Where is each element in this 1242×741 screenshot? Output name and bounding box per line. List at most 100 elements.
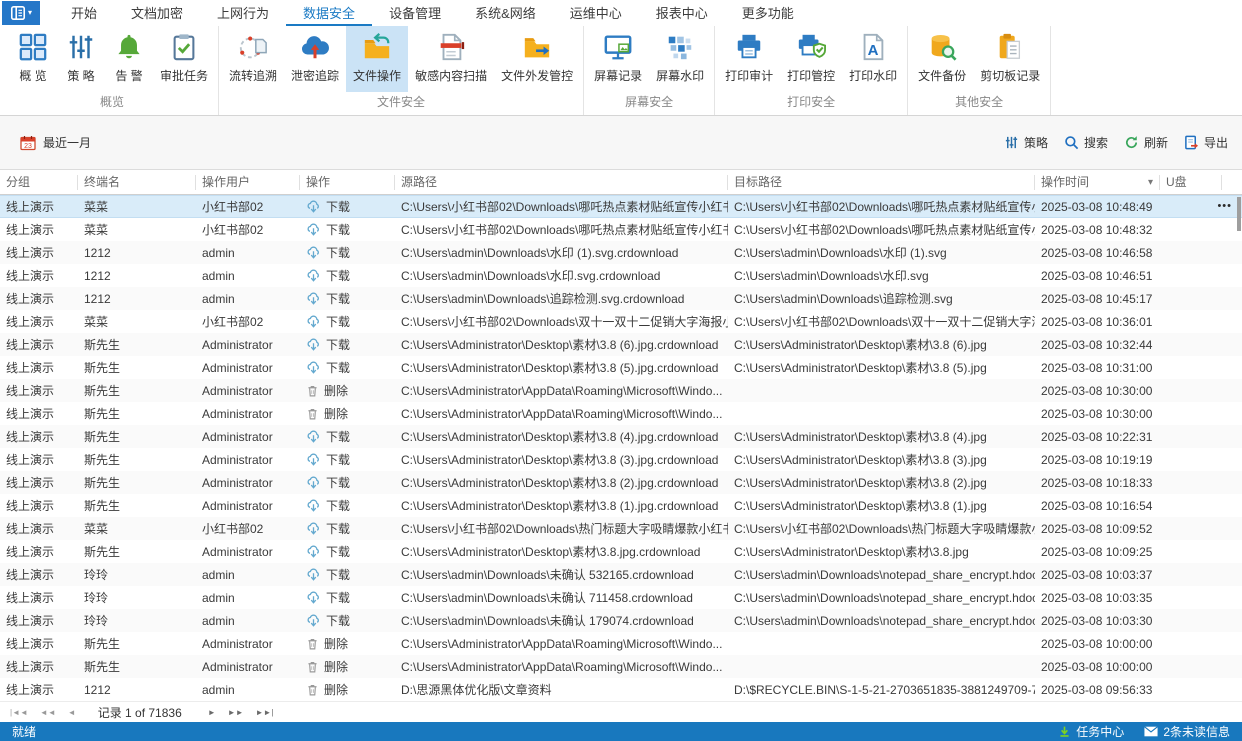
- table-row[interactable]: 线上演示 1212 admin 下载 C:\Users\admin\Downloads\…: [0, 287, 1242, 310]
- table-row[interactable]: 线上演示 1212 admin 下载 C:\Users\admin\Downloads\…: [0, 264, 1242, 287]
- ribbon-button-1-0[interactable]: 流转追溯: [222, 26, 284, 92]
- table-row[interactable]: 线上演示 斯先生 Administrator 删除 C:\Users\Administr…: [0, 632, 1242, 655]
- ribbon-button-1-4[interactable]: 文件外发管控: [494, 26, 580, 92]
- ribbon-button-0-2[interactable]: 告 警: [105, 26, 153, 92]
- ribbon-button-3-2[interactable]: A 打印水印: [842, 26, 904, 92]
- cell-operation: 下载: [300, 267, 395, 284]
- ribbon-button-2-0[interactable]: 屏幕记录: [587, 26, 649, 92]
- cell-target-path: C:\Users\Administrator\Desktop\素材\3.8 (6…: [734, 338, 987, 352]
- filter-action-1[interactable]: 搜索: [1064, 134, 1108, 151]
- column-header-5[interactable]: 目标路径: [728, 174, 1035, 190]
- cell-user: admin: [202, 268, 235, 283]
- filter-action-2[interactable]: 刷新: [1124, 134, 1168, 151]
- column-header-3[interactable]: 操作: [300, 174, 395, 190]
- tab-4[interactable]: 设备管理: [372, 0, 458, 26]
- ribbon-button-3-1[interactable]: 打印管控: [780, 26, 842, 92]
- table-row[interactable]: 线上演示 斯先生 Administrator 下载 C:\Users\Administr…: [0, 333, 1242, 356]
- download-icon: [306, 292, 321, 306]
- table-row[interactable]: 线上演示 斯先生 Administrator 下载 C:\Users\Administr…: [0, 425, 1242, 448]
- tab-8[interactable]: 更多功能: [725, 0, 811, 26]
- ribbon-group-4: 文件备份 剪切板记录 其他安全: [908, 26, 1052, 115]
- cell-user: 小红书部02: [202, 223, 264, 237]
- tab-1[interactable]: 文档加密: [114, 0, 200, 26]
- vertical-scrollbar-thumb[interactable]: [1237, 197, 1241, 231]
- task-center-button[interactable]: 任务中心: [1058, 723, 1124, 740]
- ribbon-button-3-0[interactable]: 打印审计: [718, 26, 780, 92]
- table-row[interactable]: 线上演示 玲玲 admin 下载 C:\Users\admin\Downloads\未确…: [0, 609, 1242, 632]
- tab-2[interactable]: 上网行为: [200, 0, 286, 26]
- table-row[interactable]: 线上演示 斯先生 Administrator 删除 C:\Users\Administr…: [0, 655, 1242, 678]
- table-row[interactable]: 线上演示 菜菜 小红书部02 下载 C:\Users\小红书部02\Downloads\…: [0, 218, 1242, 241]
- date-range-filter[interactable]: 23 最近一月: [20, 134, 91, 151]
- table-row[interactable]: 线上演示 菜菜 小红书部02 下载 C:\Users\小红书部02\Downloads\…: [0, 195, 1242, 218]
- ribbon-button-2-1[interactable]: 屏幕水印: [649, 26, 711, 92]
- column-header-1[interactable]: 终端名: [78, 174, 196, 190]
- operation-label: 下载: [326, 453, 351, 467]
- pager-prev-button[interactable]: ◄: [68, 708, 76, 717]
- cell-terminal: 斯先生: [84, 384, 121, 398]
- tab-bar: ▾ 开始 文档加密 上网行为 数据安全 设备管理 系统&网络 运维中心 报表中心 更多功能: [0, 0, 1242, 26]
- table-row[interactable]: 线上演示 斯先生 Administrator 下载 C:\Users\Administr…: [0, 356, 1242, 379]
- column-header-2[interactable]: 操作用户: [196, 174, 300, 190]
- ribbon-button-4-1[interactable]: 剪切板记录: [973, 26, 1047, 92]
- cell-group: 线上演示: [6, 407, 55, 421]
- table-row[interactable]: 线上演示 菜菜 小红书部02 下载 C:\Users\小红书部02\Downloads\…: [0, 517, 1242, 540]
- column-header-0[interactable]: 分组: [0, 174, 78, 190]
- doc-a-icon: A: [858, 31, 888, 63]
- cell-time: 2025-03-08 10:19:19: [1041, 452, 1153, 467]
- ribbon-button-0-3[interactable]: 审批任务: [153, 26, 215, 92]
- ribbon-button-4-0[interactable]: 文件备份: [911, 26, 973, 92]
- table-row[interactable]: 线上演示 1212 admin 删除 D:\思源黑体优化版\文章资料 D:\$RECYCL…: [0, 678, 1242, 701]
- cell-source-path: C:\Users\Administrator\Desktop\素材\3.8.jp…: [401, 545, 701, 559]
- filter-action-0[interactable]: 策略: [1004, 134, 1048, 151]
- ribbon-button-0-0[interactable]: 概 览: [9, 26, 57, 92]
- cell-operation: 下载: [300, 520, 395, 537]
- ribbon-button-1-1[interactable]: 泄密追踪: [284, 26, 346, 92]
- column-header-7[interactable]: U盘: [1160, 174, 1222, 190]
- pager-last-button[interactable]: ►►|: [256, 708, 274, 717]
- ribbon-button-0-1[interactable]: 策 略: [57, 26, 105, 92]
- table-row[interactable]: 线上演示 斯先生 Administrator 删除 C:\Users\Administr…: [0, 379, 1242, 402]
- ribbon-button-1-3[interactable]: 敏感内容扫描: [408, 26, 494, 92]
- table-row[interactable]: 线上演示 斯先生 Administrator 下载 C:\Users\Administr…: [0, 540, 1242, 563]
- app-menu-button[interactable]: ▾: [2, 1, 40, 25]
- table-row[interactable]: 线上演示 斯先生 Administrator 下载 C:\Users\Administr…: [0, 494, 1242, 517]
- tab-7[interactable]: 报表中心: [639, 0, 725, 26]
- unread-messages-button[interactable]: 2条未读信息: [1144, 723, 1230, 740]
- row-actions-menu[interactable]: •••: [1217, 196, 1232, 217]
- ribbon-button-label: 告 警: [115, 69, 143, 83]
- tab-5[interactable]: 系统&网络: [458, 0, 553, 26]
- table-row[interactable]: 线上演示 玲玲 admin 下载 C:\Users\admin\Downloads\未确…: [0, 563, 1242, 586]
- ribbon-button-1-2[interactable]: 文件操作: [346, 26, 409, 92]
- ribbon-group-1: 流转追溯 泄密追踪 文件操作 敏感内容扫描 文件外发管控 文件安全: [219, 26, 585, 115]
- tab-0[interactable]: 开始: [54, 0, 114, 26]
- filter-bar: 23 最近一月 策略 搜索 刷新 导出: [0, 116, 1242, 169]
- column-filter-dropdown-icon[interactable]: ▾: [1148, 175, 1153, 190]
- table-row[interactable]: 线上演示 斯先生 Administrator 删除 C:\Users\Administr…: [0, 402, 1242, 425]
- tab-6[interactable]: 运维中心: [553, 0, 639, 26]
- table-row[interactable]: 线上演示 菜菜 小红书部02 下载 C:\Users\小红书部02\Downloads\…: [0, 310, 1242, 333]
- table-body: 线上演示 菜菜 小红书部02 下载 C:\Users\小红书部02\Downloads\…: [0, 195, 1242, 701]
- bell-icon: [114, 31, 144, 63]
- table-row[interactable]: 线上演示 1212 admin 下载 C:\Users\admin\Downloads\…: [0, 241, 1242, 264]
- pager-first-button[interactable]: |◄◄: [10, 708, 28, 717]
- cell-group: 线上演示: [6, 269, 55, 283]
- cell-operation: 下载: [300, 474, 395, 491]
- pager-next-button[interactable]: ►: [208, 708, 216, 717]
- cell-terminal: 玲玲: [84, 591, 109, 605]
- ribbon-group-label-2: 屏幕安全: [625, 95, 674, 109]
- column-header-8[interactable]: [1222, 175, 1242, 190]
- table-row[interactable]: 线上演示 玲玲 admin 下载 C:\Users\admin\Downloads\未确…: [0, 586, 1242, 609]
- pager-next-page-button[interactable]: ►►: [228, 708, 244, 717]
- tab-3[interactable]: 数据安全: [286, 0, 373, 26]
- pager-prev-page-button[interactable]: ◄◄: [40, 708, 56, 717]
- table-row[interactable]: 线上演示 斯先生 Administrator 下载 C:\Users\Administr…: [0, 471, 1242, 494]
- column-header-4[interactable]: 源路径: [395, 174, 728, 190]
- filter-action-3[interactable]: 导出: [1184, 134, 1228, 151]
- column-header-6[interactable]: 操作时间 ▾: [1035, 174, 1160, 190]
- cell-terminal: 菜菜: [84, 223, 109, 237]
- cell-user: Administrator: [202, 636, 273, 651]
- cell-time: 2025-03-08 10:48:32: [1041, 222, 1153, 237]
- download-icon: [306, 568, 321, 582]
- table-row[interactable]: 线上演示 斯先生 Administrator 下载 C:\Users\Administr…: [0, 448, 1242, 471]
